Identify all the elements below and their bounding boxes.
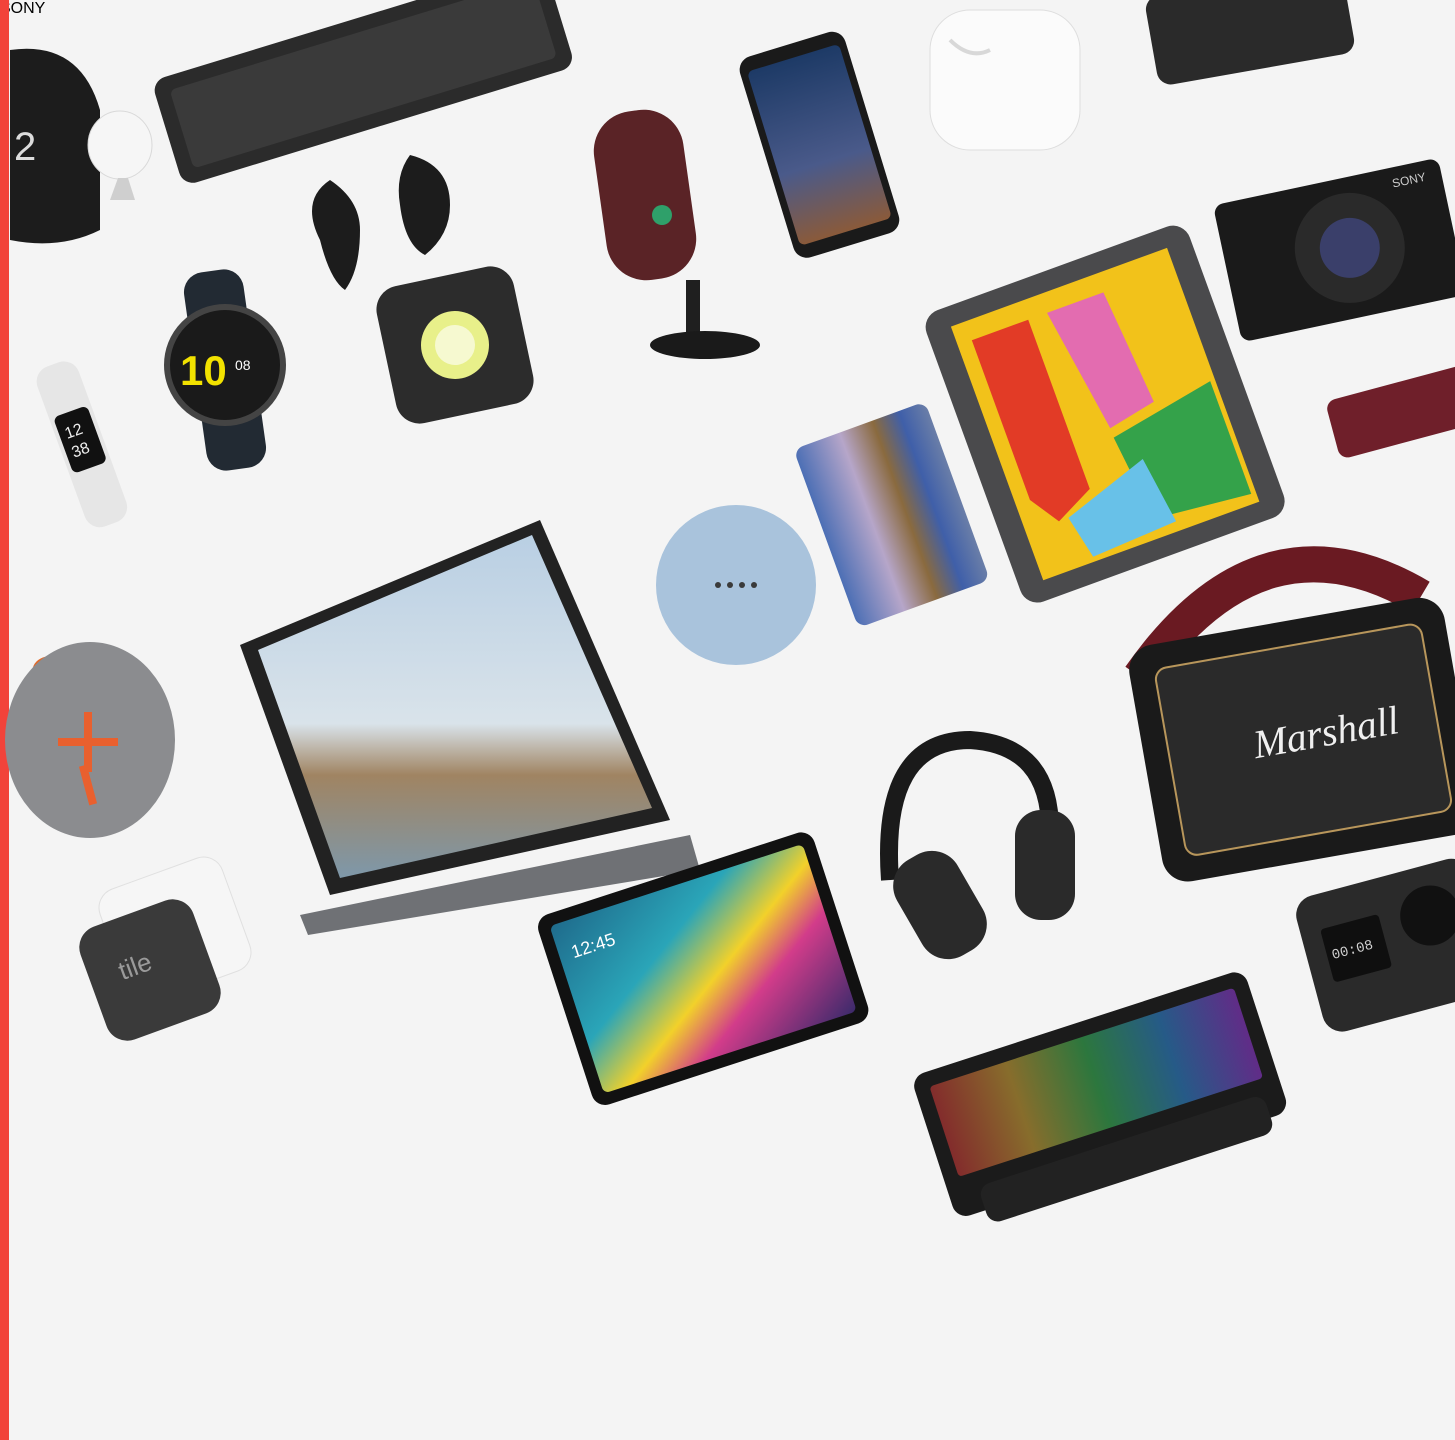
waterproof-speaker — [5, 642, 175, 838]
product-collage: 2 SONY 12 38 10 08 Marshall 12:45 00:08 … — [5, 0, 1455, 1222]
bluetooth-trackers: tile — [79, 856, 252, 1041]
smart-speaker-round — [656, 505, 816, 665]
laptop — [240, 520, 700, 935]
charging-station — [1145, 0, 1355, 85]
action-camera: 00:08 — [1296, 858, 1455, 1032]
smart-thermostat: 2 — [10, 48, 153, 244]
gaming-keyboard — [914, 972, 1287, 1222]
square-smart-speaker — [376, 266, 534, 424]
compact-camera: SONY — [1214, 159, 1455, 341]
thermostat-digit: 2 — [14, 125, 36, 169]
smartwatch-time: 10 — [180, 347, 227, 394]
smartwatch-small: 08 — [235, 357, 251, 373]
fitness-tracker: 12 38 — [36, 361, 128, 528]
minimalist-wallet — [796, 404, 988, 626]
portable-speaker: Marshall — [1125, 546, 1455, 882]
smartphone — [739, 31, 900, 258]
wireless-keyboard — [154, 0, 572, 183]
headphones — [880, 730, 1075, 960]
earbuds-charging-case — [929, 9, 1081, 151]
usb-microphone — [593, 109, 760, 359]
fitness-band-red — [1327, 362, 1455, 458]
wireless-earbuds — [312, 155, 450, 290]
smartwatch-round: 10 08 — [164, 269, 286, 471]
